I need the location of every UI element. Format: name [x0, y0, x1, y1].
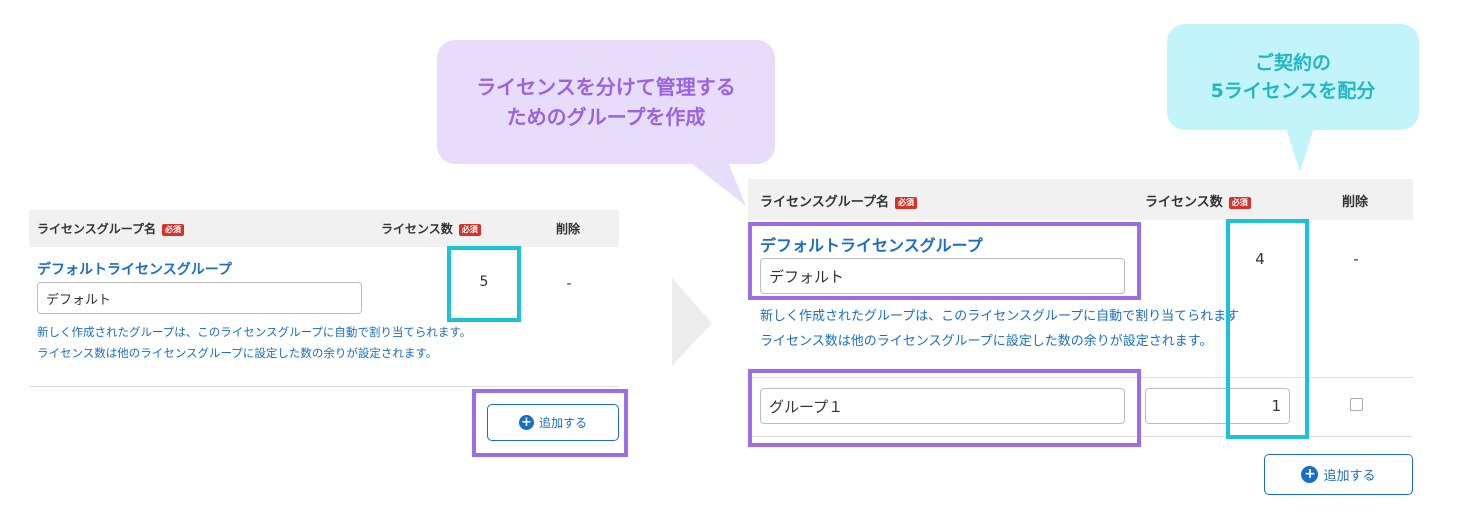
after-new-group-highlight	[748, 369, 1141, 447]
callout-allocate-line2: 5ライセンスを配分	[1210, 80, 1376, 102]
after-required-badge-count: 必須	[1228, 196, 1251, 209]
before-default-group-title: デフォルトライセンスグループ	[37, 262, 232, 278]
callout-allocate: ご契約の 5ライセンスを配分	[1167, 24, 1419, 130]
after-note-line2: ライセンス数は他のライセンスグループに設定した数の余りが設定されます。	[760, 334, 1213, 349]
after-note-line1: 新しく作成されたグループは、このライセンスグループに自動で割り当てられます	[760, 309, 1240, 324]
after-default-group-highlight	[748, 222, 1141, 300]
callout-create-group: ライセンスを分けて管理する ためのグループを作成	[437, 40, 775, 164]
after-header-group-name: ライセンスグループ名 必須	[760, 191, 917, 210]
after-license-count-highlight	[1226, 219, 1309, 439]
after-default-delete: -	[1353, 250, 1359, 268]
before-header-delete: 削除	[556, 222, 581, 236]
after-new-group-delete-checkbox[interactable]	[1350, 398, 1363, 411]
before-license-count-highlight	[447, 246, 521, 322]
before-header-group-name: ライセンスグループ名 必須	[37, 220, 185, 237]
before-required-badge-name: 必須	[162, 223, 185, 236]
after-add-button[interactable]: + 追加する	[1264, 454, 1413, 495]
before-required-badge-count: 必須	[458, 223, 481, 236]
before-header-license-count: ライセンス数 必須	[381, 220, 481, 237]
callout-create-group-line2: ためのグループを作成	[506, 105, 706, 129]
before-note-line2: ライセンス数は他のライセンスグループに設定した数の余りが設定されます。	[37, 346, 438, 360]
before-default-delete: -	[566, 276, 572, 292]
chevron-right-arrow-icon	[672, 278, 712, 366]
callout-create-group-tail	[690, 162, 746, 206]
after-add-button-label: 追加する	[1323, 469, 1376, 484]
after-header-license-count: ライセンス数 必須	[1145, 191, 1251, 210]
before-add-button-highlight	[472, 389, 628, 457]
after-header-delete: 削除	[1342, 195, 1369, 210]
before-default-group-name-input[interactable]: デフォルト	[37, 282, 362, 314]
before-default-group-name-value: デフォルト	[46, 292, 112, 308]
callout-allocate-line1: ご契約の	[1254, 52, 1331, 74]
callout-allocate-tail	[1286, 128, 1314, 172]
before-note-line1: 新しく作成されたグループは、このライセンスグループに自動で割り当てられます。	[37, 325, 472, 339]
callout-create-group-line1: ライセンスを分けて管理する	[476, 75, 736, 99]
after-required-badge-name: 必須	[894, 196, 917, 209]
plus-circle-icon: +	[1301, 466, 1319, 483]
before-row-divider	[29, 386, 619, 387]
